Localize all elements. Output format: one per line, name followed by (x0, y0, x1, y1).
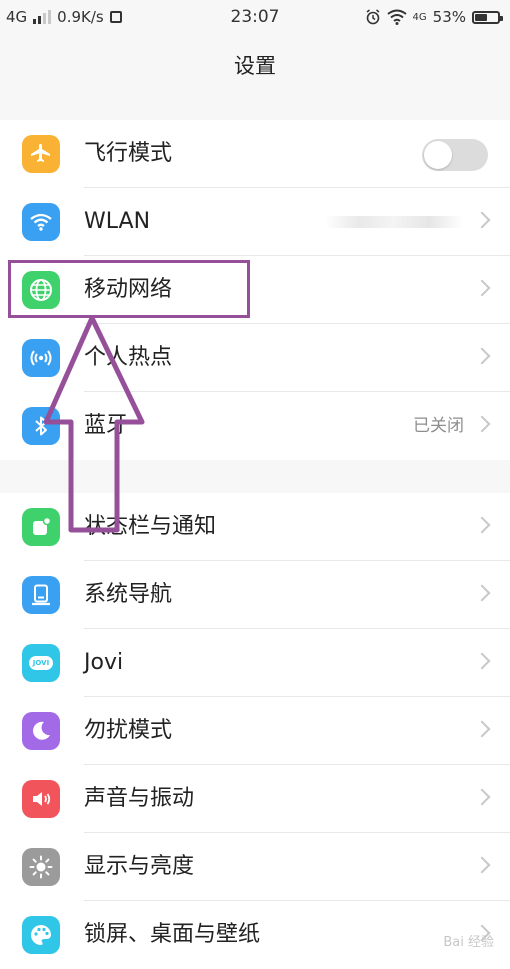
annotation-arrow (43, 315, 145, 533)
watermark: Bai 经验 (443, 935, 494, 950)
